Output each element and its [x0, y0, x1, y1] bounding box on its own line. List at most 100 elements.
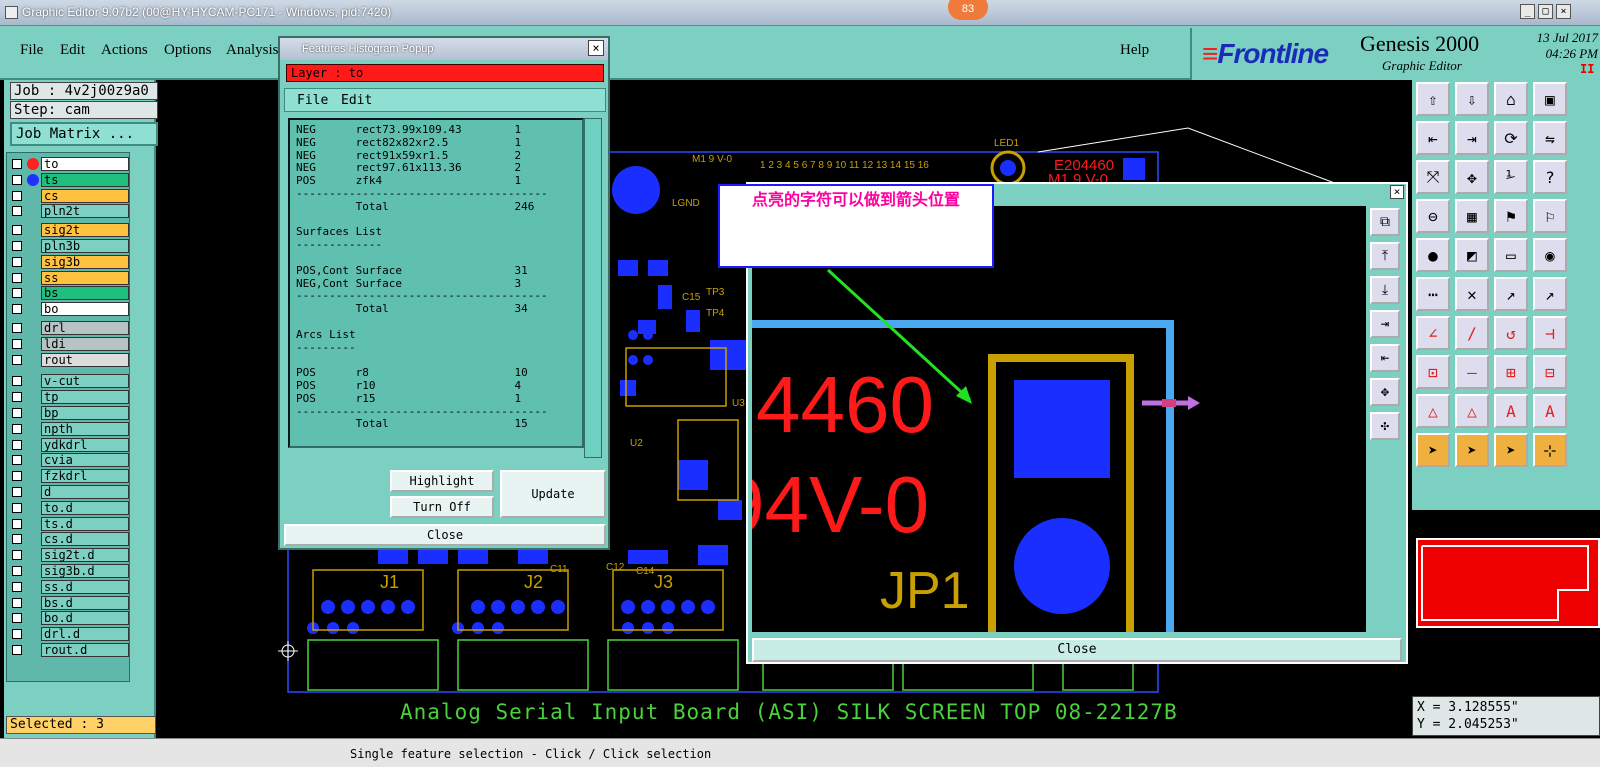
layer-checkbox[interactable] — [12, 645, 22, 655]
tool-button-icon[interactable]: ● — [1416, 238, 1450, 272]
tool-button-icon[interactable]: ↗ — [1533, 277, 1567, 311]
layer-name[interactable]: sig2t.d — [41, 548, 129, 563]
layer-checkbox[interactable] — [12, 304, 22, 315]
layer-checkbox[interactable] — [12, 629, 22, 640]
layer-checkbox[interactable] — [12, 550, 22, 561]
zoom-close-button[interactable]: Close — [752, 638, 1402, 662]
tool-button-icon[interactable]: ⊣ — [1533, 316, 1567, 350]
tool-button-icon[interactable]: ⅟ — [1494, 160, 1528, 194]
tool-button-icon[interactable]: ⇤ — [1416, 121, 1450, 155]
tool-button-icon[interactable]: ⇧ — [1416, 82, 1450, 116]
layer-name[interactable]: tp — [41, 390, 129, 405]
vertical-scrollbar[interactable] — [584, 118, 602, 458]
close-icon[interactable]: × — [588, 40, 604, 56]
layer-name[interactable]: ss.d — [41, 579, 129, 594]
layer-checkbox[interactable] — [12, 174, 22, 185]
layer-row[interactable]: sig3b — [9, 254, 129, 269]
layer-checkbox[interactable] — [12, 323, 22, 333]
layer-name[interactable]: d — [41, 485, 129, 499]
layer-row[interactable]: sig2t — [9, 223, 129, 238]
layer-checkbox[interactable] — [12, 256, 22, 267]
layer-row[interactable]: ts — [9, 172, 129, 187]
layer-checkbox[interactable] — [12, 408, 22, 418]
layer-name[interactable]: to — [41, 157, 129, 171]
layer-row[interactable]: ss — [9, 270, 129, 285]
layer-checkbox[interactable] — [12, 455, 22, 466]
layer-row[interactable]: bs — [9, 286, 129, 301]
layer-name[interactable]: bp — [41, 406, 129, 420]
tool-button-icon[interactable]: ▣ — [1533, 82, 1567, 116]
layer-name[interactable]: ts.d — [41, 516, 129, 531]
tool-button-icon[interactable]: ⋯ — [1416, 277, 1450, 311]
layer-checkbox[interactable] — [12, 502, 22, 513]
tool-button-icon[interactable]: ⇩ — [1455, 82, 1489, 116]
highlight-button[interactable]: Highlight — [390, 470, 494, 492]
layer-name[interactable]: ydkdrl — [41, 437, 129, 452]
layer-row[interactable]: rout.d — [9, 643, 129, 657]
close-window-button[interactable]: × — [1556, 4, 1571, 19]
layer-name[interactable]: sig3b.d — [41, 564, 129, 578]
tool-button-icon[interactable]: ⊡ — [1416, 355, 1450, 389]
minimize-button[interactable]: _ — [1520, 4, 1535, 19]
tool-button-icon[interactable]: A — [1533, 394, 1567, 428]
layer-name[interactable]: bo.d — [41, 611, 129, 626]
tool-button-icon[interactable]: △ — [1455, 394, 1489, 428]
layer-name[interactable]: rout — [41, 352, 129, 367]
layer-name[interactable]: drl — [41, 321, 129, 335]
layer-name[interactable]: pln2t — [41, 204, 129, 219]
tool-button-icon[interactable]: ⇥ — [1455, 121, 1489, 155]
zoom-tool-2-icon[interactable]: ⤒ — [1370, 242, 1400, 270]
tool-button-icon[interactable]: ▭ — [1494, 238, 1528, 272]
layer-name[interactable]: to.d — [41, 500, 129, 515]
layer-row[interactable]: npth — [9, 421, 129, 436]
zoom-tool-1-icon[interactable]: ⧉ — [1370, 208, 1400, 236]
layer-name[interactable]: cvia — [41, 453, 129, 468]
layer-checkbox[interactable] — [12, 487, 22, 497]
layer-name[interactable]: v-cut — [41, 374, 129, 389]
zoom-tool-3-icon[interactable]: ⤓ — [1370, 276, 1400, 304]
layer-row[interactable]: tp — [9, 390, 129, 405]
menu-analysis[interactable]: Analysis — [226, 42, 279, 59]
menu-actions[interactable]: Actions — [101, 42, 148, 59]
notification-badge[interactable]: 83 — [948, 0, 988, 20]
tool-button-icon[interactable]: ⚑ — [1494, 199, 1528, 233]
tool-button-icon[interactable]: ⌂ — [1494, 82, 1528, 116]
layer-row[interactable]: fzkdrl — [9, 469, 129, 484]
tool-button-icon[interactable]: ◉ — [1533, 238, 1567, 272]
tool-button-icon[interactable]: ↺ — [1494, 316, 1528, 350]
tool-button-icon[interactable]: ▦ — [1455, 199, 1489, 233]
turn-off-button[interactable]: Turn Off — [390, 496, 494, 518]
layer-name[interactable]: ldi — [41, 336, 129, 351]
tool-button-icon[interactable]: ⊖ — [1416, 199, 1450, 233]
tool-button-icon[interactable]: ⚐ — [1533, 199, 1567, 233]
layer-checkbox[interactable] — [12, 376, 22, 387]
tool-button-icon[interactable]: ⊟ — [1533, 355, 1567, 389]
layer-checkbox[interactable] — [12, 566, 22, 576]
layer-row[interactable]: d — [9, 485, 129, 499]
layer-checkbox[interactable] — [12, 241, 22, 251]
layer-row[interactable]: bo.d — [9, 611, 129, 626]
layer-name[interactable]: npth — [41, 421, 129, 436]
layer-name[interactable]: cs — [41, 188, 129, 203]
layer-row[interactable]: bo — [9, 302, 129, 317]
layer-row[interactable]: rout — [9, 352, 129, 367]
tool-button-icon[interactable]: A — [1494, 394, 1528, 428]
popup-menu-file[interactable]: File — [297, 93, 328, 108]
layer-row[interactable]: pln2t — [9, 204, 129, 219]
zoom-tool-4-icon[interactable]: ⇥ — [1370, 310, 1400, 338]
tool-button-icon[interactable]: ◩ — [1455, 238, 1489, 272]
layer-row[interactable]: pln3b — [9, 239, 129, 253]
update-button[interactable]: Update — [500, 470, 606, 518]
tool-button-icon[interactable]: ✕ — [1455, 277, 1489, 311]
histogram-close-button[interactable]: Close — [284, 524, 606, 546]
job-matrix-button[interactable]: Job Matrix ... — [10, 122, 158, 146]
layer-row[interactable]: ss.d — [9, 579, 129, 594]
layer-checkbox[interactable] — [12, 338, 22, 349]
tool-button-icon[interactable]: ? — [1533, 160, 1567, 194]
layer-checkbox[interactable] — [12, 613, 22, 624]
layer-checkbox[interactable] — [12, 423, 22, 434]
layer-row[interactable]: drl.d — [9, 627, 129, 642]
zoom-tool-5-icon[interactable]: ⇤ — [1370, 344, 1400, 372]
layer-name[interactable]: drl.d — [41, 627, 129, 642]
layer-name[interactable]: pln3b — [41, 239, 129, 253]
